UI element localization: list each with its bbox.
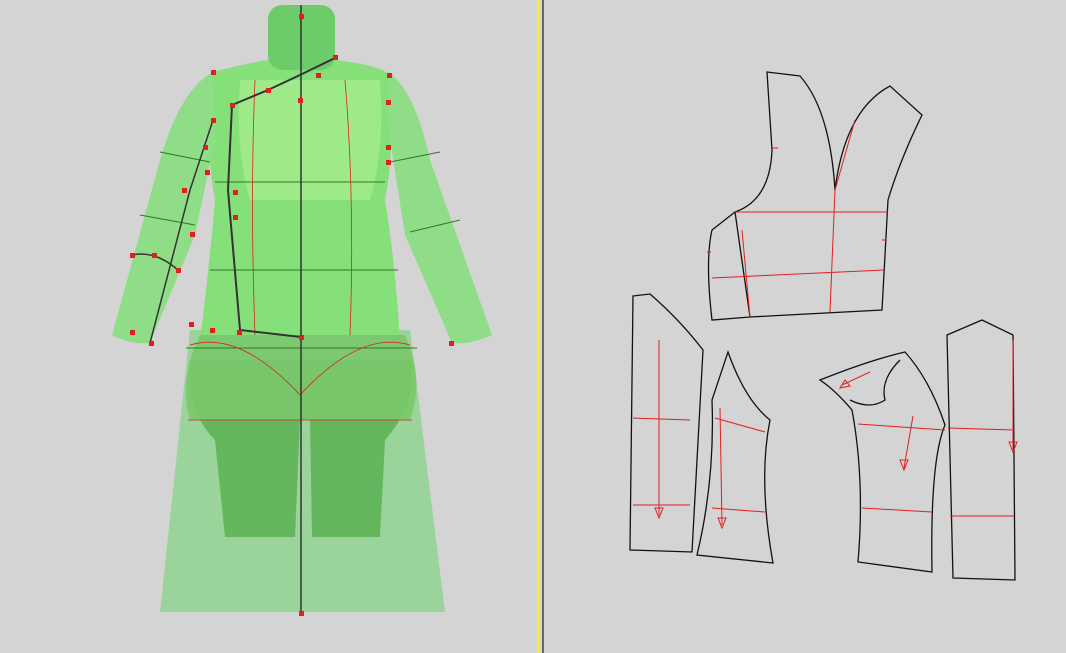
3d-avatar-canvas[interactable]: [0, 0, 537, 653]
right-arm[interactable]: [388, 72, 492, 344]
sleeve-back[interactable]: sleeve-back: [629, 293, 704, 553]
2d-pattern-canvas[interactable]: front-bodice sleeve-back sleeve-front si…: [545, 0, 1066, 653]
left-arm[interactable]: [112, 72, 215, 344]
front-bodice[interactable]: front-bodice: [707, 71, 923, 321]
viewport-divider-yellow[interactable]: [537, 0, 540, 653]
side-strip[interactable]: side-strip: [946, 319, 1016, 581]
side-panel[interactable]: side-panel: [818, 351, 946, 573]
workspace: front-bodice sleeve-back sleeve-front si…: [0, 0, 1066, 653]
viewport-divider[interactable]: [542, 0, 544, 653]
grainlines: [632, 119, 1015, 526]
arrowheads: [654, 379, 1018, 530]
2d-pattern-pane[interactable]: front-bodice sleeve-back sleeve-front si…: [545, 0, 1066, 653]
sleeve-front[interactable]: sleeve-front: [696, 350, 774, 564]
3d-view-pane[interactable]: [0, 0, 537, 653]
